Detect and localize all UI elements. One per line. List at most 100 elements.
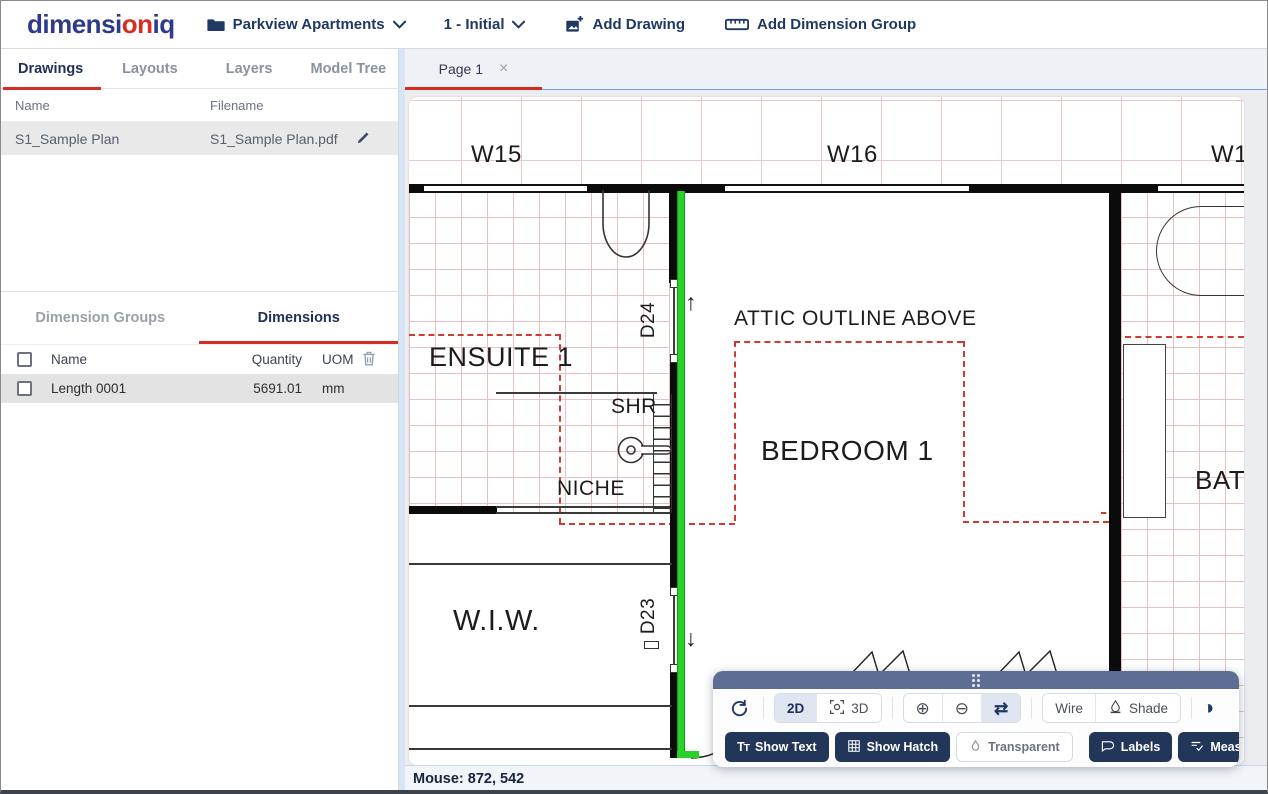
label-bubble-icon bbox=[1101, 740, 1115, 755]
cube-3d-icon bbox=[829, 699, 845, 718]
zoom-in-icon: ⊕ bbox=[915, 698, 930, 718]
chevron-down-icon bbox=[392, 20, 406, 29]
add-dimension-group-button[interactable]: Add Dimension Group bbox=[724, 16, 916, 33]
dimensions-table-header: Name Quantity UOM bbox=[1, 344, 398, 374]
drawing-paper[interactable]: W15 W16 W1 ENSUITE 1 ATTIC OUTLINE ABOVE… bbox=[409, 97, 1244, 765]
tab-page-1[interactable]: Page 1 × bbox=[405, 49, 542, 89]
text-icon: TT bbox=[737, 740, 750, 754]
panel-divider[interactable] bbox=[398, 49, 405, 790]
bathtub bbox=[1156, 206, 1244, 296]
label-d23: D23 bbox=[638, 597, 660, 635]
label-w17: W1 bbox=[1211, 141, 1244, 168]
drawing-name: S1_Sample Plan bbox=[15, 130, 120, 147]
mode-2d-button[interactable]: 2D bbox=[775, 694, 818, 722]
label-bath: BATH bbox=[1195, 465, 1244, 495]
dimension-name: Length 0001 bbox=[51, 381, 127, 396]
shower-rose bbox=[617, 436, 645, 464]
project-selector[interactable]: Parkview Apartments bbox=[207, 16, 406, 33]
folder-icon bbox=[207, 17, 225, 33]
selected-dimension-line[interactable] bbox=[677, 191, 685, 758]
drawing-row[interactable]: S1_Sample Plan S1_Sample Plan.pdf bbox=[1, 122, 398, 155]
tab-drawings[interactable]: Drawings bbox=[1, 61, 100, 77]
measured-check-icon bbox=[1190, 739, 1204, 756]
label-attic-outline: ATTIC OUTLINE ABOVE bbox=[734, 307, 977, 330]
app-window: dimensioniq Parkview Apartments 1 - Init… bbox=[0, 0, 1268, 794]
tab-dimensions[interactable]: Dimensions bbox=[200, 310, 399, 326]
toolbar-toggle-row: TT Show Text Show Hatch Transparent Labe… bbox=[713, 727, 1239, 767]
zoom-out-button[interactable]: ⊖ bbox=[942, 694, 983, 722]
labels-button[interactable]: Labels bbox=[1088, 732, 1173, 762]
left-sidebar: Drawings Layouts Layers Model Tree Name … bbox=[1, 49, 398, 790]
contrast-icon[interactable]: ◑ bbox=[1202, 698, 1214, 718]
selected-dimension-foot[interactable] bbox=[677, 751, 699, 758]
column-name: Name bbox=[51, 352, 88, 367]
project-name: Parkview Apartments bbox=[232, 16, 385, 33]
sidebar-tab-bar: Drawings Layouts Layers Model Tree bbox=[1, 49, 398, 90]
wire-button[interactable]: Wire bbox=[1043, 694, 1097, 722]
column-name: Name bbox=[15, 97, 50, 113]
zoom-in-button[interactable]: ⊕ bbox=[903, 694, 943, 722]
show-text-button[interactable]: TT Show Text bbox=[725, 732, 829, 762]
toolbar-drag-handle[interactable] bbox=[713, 671, 1239, 689]
label-niche: NICHE bbox=[557, 477, 625, 500]
add-drawing-button[interactable]: Add Drawing bbox=[565, 15, 685, 34]
label-ensuite: ENSUITE 1 bbox=[429, 342, 574, 372]
zoom-out-icon: ⊖ bbox=[954, 698, 970, 718]
app-logo[interactable]: dimensioniq bbox=[27, 9, 175, 40]
column-filename: Filename bbox=[210, 97, 264, 113]
rotate-icon[interactable] bbox=[725, 695, 753, 721]
plan-viewer[interactable]: W15 W16 W1 ENSUITE 1 ATTIC OUTLINE ABOVE… bbox=[405, 90, 1267, 765]
measured-button[interactable]: Measured bbox=[1178, 732, 1239, 762]
active-tab-underline bbox=[3, 87, 101, 90]
page-tab-label: Page 1 bbox=[438, 61, 484, 77]
shade-button[interactable]: Shade bbox=[1096, 694, 1181, 722]
ruler-icon bbox=[724, 17, 749, 32]
label-wiw: W.I.W. bbox=[453, 605, 540, 637]
page-tab-bar: Page 1 × bbox=[405, 49, 1267, 90]
drawings-table-header: Name Filename bbox=[1, 89, 398, 122]
chevron-down-icon bbox=[512, 20, 526, 29]
row-checkbox[interactable] bbox=[17, 381, 32, 396]
trash-icon[interactable] bbox=[362, 351, 386, 369]
close-icon[interactable]: × bbox=[499, 61, 508, 77]
render-mode-group: Wire Shade bbox=[1042, 693, 1182, 723]
tab-dimension-groups[interactable]: Dimension Groups bbox=[1, 310, 200, 326]
arrow-up-icon: ↑ bbox=[685, 289, 697, 315]
select-all-checkbox[interactable] bbox=[17, 352, 32, 367]
label-bedroom-1: BEDROOM 1 bbox=[761, 435, 934, 466]
fit-swap-button[interactable]: ⇄ bbox=[982, 694, 1021, 722]
active-dimension-tab-underline bbox=[199, 341, 398, 344]
transparent-button[interactable]: Transparent bbox=[956, 732, 1073, 762]
show-hatch-button[interactable]: Show Hatch bbox=[834, 732, 951, 762]
version-selector[interactable]: 1 - Initial bbox=[444, 16, 526, 33]
drawing-filename: S1_Sample Plan.pdf bbox=[210, 130, 338, 147]
mode-3d-button[interactable]: 3D bbox=[817, 694, 881, 722]
drag-dots-icon bbox=[972, 673, 980, 687]
column-quantity: Quantity bbox=[251, 352, 302, 367]
vanity-cabinet bbox=[1123, 344, 1166, 518]
dimension-quantity: 5691.01 bbox=[253, 381, 302, 396]
zoom-group: ⊕ ⊖ ⇄ bbox=[902, 693, 1022, 723]
version-name: 1 - Initial bbox=[443, 16, 505, 33]
label-w15: W15 bbox=[471, 141, 522, 168]
dimensions-tab-bar: Dimension Groups Dimensions bbox=[1, 291, 398, 344]
status-bar: Mouse: 872, 542 bbox=[405, 765, 1267, 790]
dimension-mode-group: 2D 3D bbox=[774, 693, 882, 723]
mouse-coordinates: Mouse: 872, 542 bbox=[413, 770, 525, 787]
hatch-grid-icon bbox=[847, 739, 861, 756]
toilet bbox=[602, 190, 650, 258]
column-uom: UOM bbox=[322, 352, 354, 367]
floating-toolbar: 2D 3D ⊕ ⊖ ⇄ Wire Shade ◑ TT Show Text Sh… bbox=[713, 671, 1239, 767]
tab-layers[interactable]: Layers bbox=[200, 61, 299, 77]
arrow-down-icon: ↓ bbox=[685, 625, 697, 651]
edit-pencil-icon[interactable] bbox=[356, 130, 384, 148]
tab-model-tree[interactable]: Model Tree bbox=[299, 61, 398, 77]
label-d24: D24 bbox=[638, 301, 660, 339]
shade-icon bbox=[1108, 699, 1123, 717]
swap-arrows-icon: ⇄ bbox=[994, 698, 1009, 718]
dimension-row[interactable]: Length 0001 5691.01 mm bbox=[1, 374, 398, 403]
add-drawing-icon bbox=[565, 15, 584, 34]
tab-layouts[interactable]: Layouts bbox=[100, 61, 199, 77]
label-shr: SHR bbox=[611, 395, 657, 418]
droplet-icon bbox=[969, 739, 982, 756]
